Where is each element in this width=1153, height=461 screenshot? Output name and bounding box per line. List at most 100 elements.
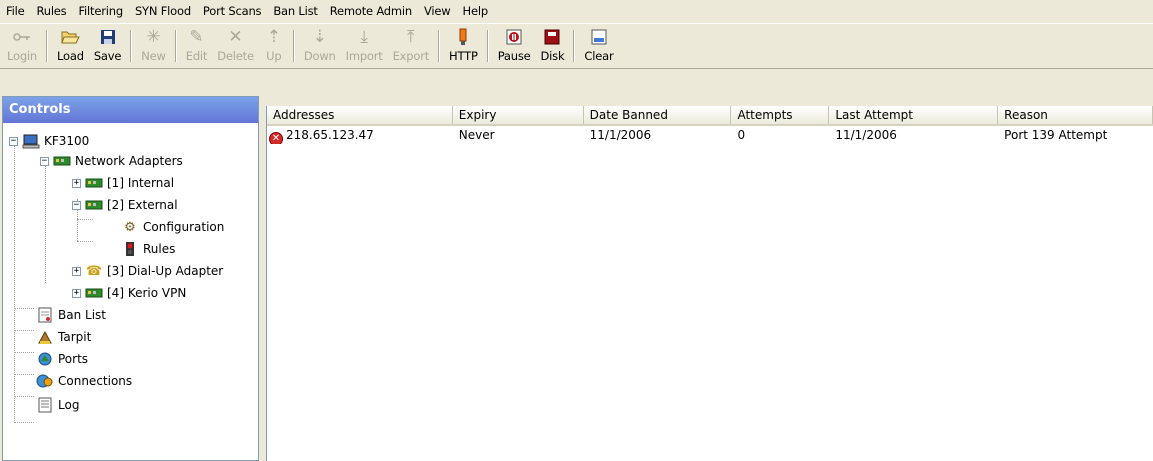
column-header-addresses[interactable]: Addresses [267,106,453,124]
attempts-cell: 0 [737,128,746,142]
collapse-toggle[interactable]: − [72,200,81,210]
edit-label: Edit [185,49,208,63]
toolbar-separator [130,30,133,62]
phone-icon: ☎ [85,263,103,279]
export-icon: ⤒ [407,27,415,47]
menu-rules[interactable]: Rules [30,0,72,22]
disk-button[interactable]: Disk [536,24,570,68]
tree-item-kf3100[interactable]: − KF3100 [9,131,89,151]
column-header-date-banned[interactable]: Date Banned [583,106,732,124]
toolbar-separator [292,30,295,62]
login-label: Login [7,49,38,63]
folder-open-icon [60,27,81,47]
tree-label: [2] External [107,198,178,212]
pencil-icon: ✎ [189,27,204,47]
menu-file[interactable]: File [0,0,30,22]
menu-ban-list[interactable]: Ban List [267,0,323,22]
network-card-icon [85,197,103,213]
tree-label: Ban List [58,308,106,322]
menu-port-scans[interactable]: Port Scans [197,0,267,22]
menu-help[interactable]: Help [457,0,494,22]
http-icon [453,27,473,47]
toolbar-separator [174,30,177,62]
network-card-icon [85,285,103,301]
tree-line [77,241,93,242]
tree-item-connections[interactable]: Connections [36,371,132,391]
tree-label: [1] Internal [107,176,175,190]
tree-line [45,161,46,283]
down-button[interactable]: ⇣ Down [299,24,341,68]
column-header-expiry[interactable]: Expiry [452,106,584,124]
expand-toggle[interactable]: + [72,178,81,188]
clear-label: Clear [584,49,614,63]
delete-label: Delete [217,49,254,63]
load-button[interactable]: Load [52,24,89,68]
menu-view[interactable]: View [418,0,457,22]
table-row[interactable]: ✕ 218.65.123.47 Never 11/1/2006 0 11/1/20… [267,126,1153,144]
toolbar-separator [573,30,576,62]
import-button[interactable]: ⤓ Import [341,24,388,68]
tree-line [14,308,34,309]
arrow-down-icon: ⇣ [312,27,327,47]
document-icon [36,307,54,323]
export-label: Export [392,49,430,63]
toolbar: Login Load Save ✳ New ✎ Edit ✕ Delete ⇡ … [0,23,1153,69]
tree-item-network-adapters[interactable]: − Network Adapters [40,151,183,171]
tree-item-ban-list[interactable]: Ban List [36,305,106,325]
tree-label: Tarpit [58,330,92,344]
column-header-reason[interactable]: Reason [998,106,1153,124]
export-button[interactable]: ⤒ Export [388,24,434,68]
column-header-last-attempt[interactable]: Last Attempt [829,106,999,124]
floppy-disk-icon [98,27,118,47]
tree-item-tarpit[interactable]: Tarpit [36,327,91,347]
pause-button[interactable]: Pause [493,24,536,68]
tree-item-kerio-vpn[interactable]: + [4] Kerio VPN [72,283,186,303]
network-card-icon [53,153,71,169]
menu-filtering[interactable]: Filtering [72,0,128,22]
delete-button[interactable]: ✕ Delete [212,24,259,68]
key-icon [12,27,32,47]
menu-remote-admin[interactable]: Remote Admin [324,0,418,22]
import-icon: ⤓ [360,27,368,47]
login-button[interactable]: Login [2,24,42,68]
column-header-attempts[interactable]: Attempts [731,106,830,124]
tree-label: [3] Dial-Up Adapter [107,264,224,278]
last-attempt-cell: 11/1/2006 [835,128,897,142]
tree-item-internal[interactable]: + [1] Internal [72,173,174,193]
tree-label: Log [58,398,80,412]
panel-splitter[interactable] [259,96,265,461]
tree-line [14,141,15,423]
load-label: Load [57,49,84,63]
ban-list-view: Addresses Expiry Date Banned Attempts La… [266,106,1153,461]
menu-bar: File Rules Filtering SYN Flood Port Scan… [0,0,1153,22]
tree-line [14,330,34,331]
tree-item-external[interactable]: − [2] External [72,195,178,215]
tree-item-dialup-adapter[interactable]: + ☎ [3] Dial-Up Adapter [72,261,223,281]
http-button[interactable]: HTTP [444,24,483,68]
tree-line [14,374,34,375]
expand-toggle[interactable]: + [72,288,81,298]
collapse-toggle[interactable]: − [9,136,18,146]
address-value: 218.65.123.47 [286,128,374,142]
collapse-toggle[interactable]: − [40,156,49,166]
tree-item-log[interactable]: Log [36,395,79,415]
controls-header: Controls [3,97,258,123]
clear-button[interactable]: Clear [579,24,618,68]
tree-label: Configuration [143,220,225,234]
tree-label: Connections [58,374,133,388]
computer-icon [22,133,40,149]
edit-button[interactable]: ✎ Edit [181,24,212,68]
save-button[interactable]: Save [89,24,126,68]
expand-toggle[interactable]: + [72,266,81,276]
pause-label: Pause [497,49,531,63]
menu-syn-flood[interactable]: SYN Flood [129,0,197,22]
banned-icon: ✕ [269,132,283,144]
ports-icon [36,351,54,367]
tree-item-rules[interactable]: Rules [121,239,175,259]
tree-item-configuration[interactable]: ⚙ Configuration [121,217,224,237]
toolbar-separator [486,30,489,62]
tree-item-ports[interactable]: Ports [36,349,88,369]
toolbar-separator [46,30,49,62]
new-button[interactable]: ✳ New [136,24,170,68]
up-button[interactable]: ⇡ Up [259,24,289,68]
